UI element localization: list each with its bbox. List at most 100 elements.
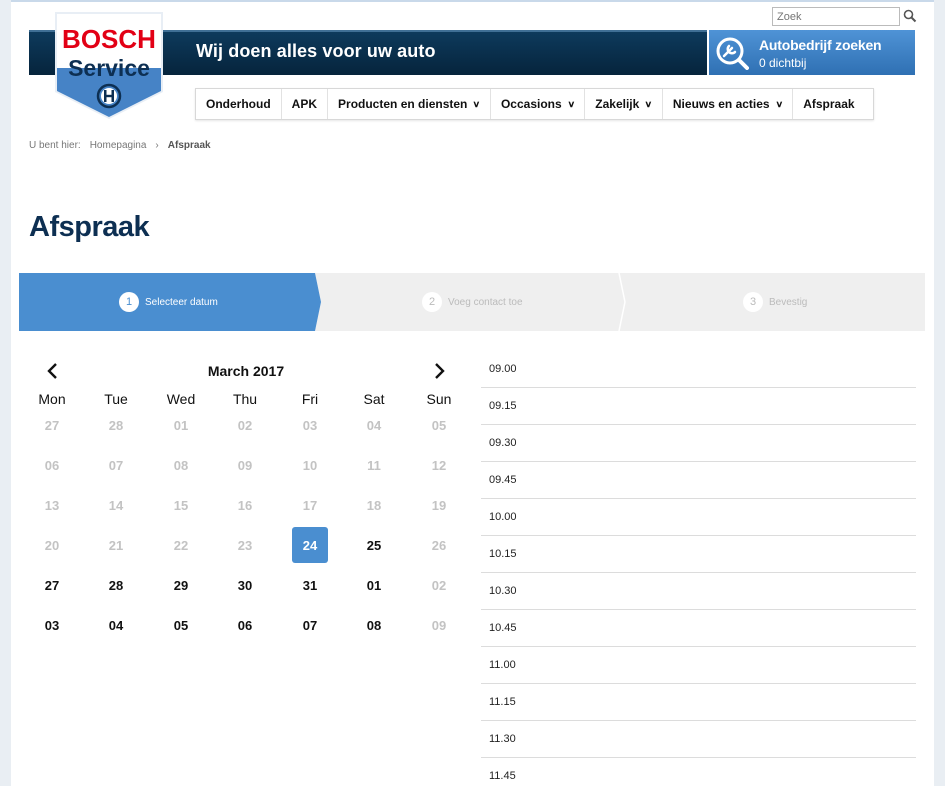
timeslot-list: 09.00 09.15 09.30 09.45 10.00 10.15 10.30 10.45… <box>481 351 916 786</box>
nav-item-label: Occasions <box>500 97 562 111</box>
timeslot[interactable]: 10.15 <box>481 536 916 573</box>
calendar-day: 28 <box>108 417 124 433</box>
nav-item-producten[interactable]: Producten en diensten ∨ <box>328 89 491 119</box>
header-tagline: Wij doen alles voor uw auto <box>196 41 436 61</box>
nav-item-onderhoud[interactable]: Onderhoud <box>196 89 282 119</box>
weekday-header: Tue <box>104 391 128 407</box>
step-2-label: Voeg contact toe <box>448 297 523 308</box>
nav-item-zakelijk[interactable]: Zakelijk ∨ <box>585 89 663 119</box>
calendar-day: 13 <box>44 497 60 513</box>
chevron-right-icon: › <box>155 140 159 151</box>
dealer-search-button[interactable]: Autobedrijf zoeken 0 dichtbij <box>709 30 915 75</box>
calendar-day: 27 <box>44 417 60 433</box>
calendar-day: 02 <box>431 577 447 593</box>
calendar-day: 10 <box>302 457 318 473</box>
calendar-day: 14 <box>108 497 124 513</box>
search-icon[interactable] <box>903 9 917 23</box>
calendar-day: 02 <box>237 417 253 433</box>
bosch-service-logo[interactable]: BOSCH Service <box>55 12 163 119</box>
calendar-day: 20 <box>44 537 60 553</box>
step-3-label: Bevestig <box>769 297 808 308</box>
breadcrumb-home-link[interactable]: Homepagina <box>90 140 147 151</box>
calendar-day: 08 <box>173 457 189 473</box>
calendar-day[interactable]: 25 <box>356 527 392 563</box>
search-input[interactable] <box>772 7 900 26</box>
breadcrumb-prefix: U bent hier: <box>29 140 81 151</box>
weekday-header: Sun <box>426 391 452 407</box>
nav-item-label: Onderhoud <box>206 97 271 111</box>
calendar-day: 03 <box>302 417 318 433</box>
calendar-day: 15 <box>173 497 189 513</box>
calendar-day[interactable]: 30 <box>227 567 263 603</box>
weekday-header: Fri <box>301 391 319 407</box>
nav-item-label: APK <box>291 97 318 111</box>
calendar-day: 01 <box>173 417 189 433</box>
timeslot[interactable]: 11.15 <box>481 684 916 721</box>
calendar-day: 04 <box>366 417 382 433</box>
timeslot[interactable]: 10.00 <box>481 499 916 536</box>
nav-item-label: Afspraak <box>803 97 855 111</box>
weekday-header: Wed <box>166 391 196 407</box>
calendar-day[interactable]: 31 <box>292 567 328 603</box>
calendar-day[interactable]: 28 <box>98 567 134 603</box>
calendar-day: 23 <box>237 537 253 553</box>
step-2-number: 2 <box>422 292 442 312</box>
nav-item-label: Nieuws en acties <box>672 97 770 111</box>
page-title: Afspraak <box>29 211 150 243</box>
chevron-down-icon: ∨ <box>472 98 481 109</box>
weekday-header: Mon <box>38 391 66 407</box>
svg-text:Service: Service <box>68 55 150 81</box>
nav-item-afspraak[interactable]: Afspraak <box>793 89 872 119</box>
chevron-down-icon: ∨ <box>774 98 783 109</box>
timeslot[interactable]: 10.30 <box>481 573 916 610</box>
timeslot[interactable]: 09.45 <box>481 462 916 499</box>
calendar-day: 09 <box>237 457 253 473</box>
calendar-day: 16 <box>237 497 253 513</box>
weekday-header: Sat <box>363 391 385 407</box>
calendar-day[interactable]: 05 <box>163 607 199 643</box>
nav-item-nieuws[interactable]: Nieuws en acties ∨ <box>663 89 794 119</box>
calendar-day: 09 <box>431 617 447 633</box>
calendar-day: 06 <box>44 457 60 473</box>
dealer-count: 0 dichtbij <box>759 56 807 70</box>
calendar-day: 11 <box>367 457 381 473</box>
breadcrumb-current: Afspraak <box>167 140 211 151</box>
calendar-day: 19 <box>431 497 447 513</box>
calendar-day-selected[interactable]: 24 <box>292 527 328 563</box>
calendar-day: 12 <box>431 457 447 473</box>
timeslot[interactable]: 09.00 <box>481 351 916 388</box>
chevron-down-icon: ∨ <box>567 98 575 109</box>
nav-item-label: Producten en diensten <box>338 97 468 111</box>
calendar-day: 07 <box>108 457 124 473</box>
step-3-number: 3 <box>743 292 763 312</box>
timeslot[interactable]: 11.00 <box>481 647 916 684</box>
calendar-day[interactable]: 08 <box>356 607 392 643</box>
timeslot[interactable]: 10.45 <box>481 610 916 647</box>
calendar-day[interactable]: 06 <box>227 607 263 643</box>
chevron-right-icon[interactable] <box>429 361 449 381</box>
chevron-left-icon[interactable] <box>43 361 63 381</box>
calendar-day: 21 <box>108 537 124 553</box>
calendar-month: March 2017 <box>207 363 285 379</box>
calendar-day: 18 <box>366 497 382 513</box>
timeslot[interactable]: 09.15 <box>481 388 916 425</box>
main-nav: Onderhoud APK Producten en diensten ∨ Occ… <box>195 88 874 120</box>
svg-text:BOSCH: BOSCH <box>62 24 156 54</box>
step-1-label: Selecteer datum <box>145 297 218 308</box>
calendar-day[interactable]: 29 <box>163 567 199 603</box>
weekday-header: Thu <box>232 391 258 407</box>
calendar-day[interactable]: 03 <box>34 607 70 643</box>
nav-item-apk[interactable]: APK <box>282 89 329 119</box>
calendar-day[interactable]: 04 <box>98 607 134 643</box>
calendar-day[interactable]: 07 <box>292 607 328 643</box>
nav-item-occasions[interactable]: Occasions ∨ <box>491 89 586 119</box>
calendar-day: 05 <box>431 417 447 433</box>
calendar-day[interactable]: 27 <box>34 567 70 603</box>
timeslot[interactable]: 09.30 <box>481 425 916 462</box>
dealer-search-title: Autobedrijf zoeken <box>759 37 882 53</box>
calendar-day[interactable]: 01 <box>356 567 392 603</box>
timeslot[interactable]: 11.30 <box>481 721 916 758</box>
calendar-day: 22 <box>173 537 189 553</box>
nav-item-label: Zakelijk <box>595 97 640 111</box>
timeslot[interactable]: 11.45 <box>481 758 916 786</box>
